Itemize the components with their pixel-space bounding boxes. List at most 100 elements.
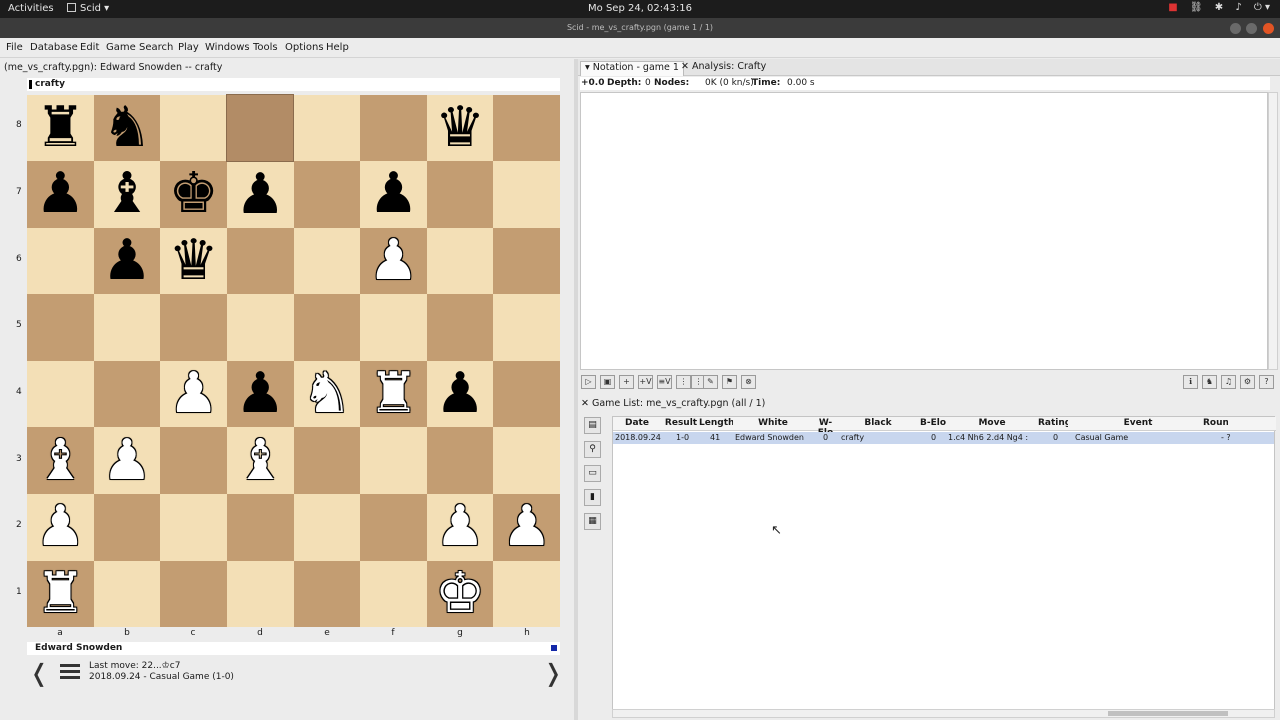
board-square[interactable] xyxy=(293,427,361,495)
maximize-button[interactable] xyxy=(1246,23,1258,34)
col-move[interactable]: Move xyxy=(948,418,1036,428)
board-square[interactable]: ♝ xyxy=(226,427,294,495)
board-square[interactable] xyxy=(360,494,427,561)
board-square[interactable] xyxy=(226,294,294,361)
board-square[interactable]: ♛ xyxy=(160,227,227,295)
board-square[interactable]: ♟ xyxy=(360,161,427,228)
menu-windows[interactable]: Windows xyxy=(205,42,250,53)
analysis-output[interactable] xyxy=(580,92,1268,370)
board-square[interactable]: ♟ xyxy=(226,161,294,228)
board-square[interactable] xyxy=(360,427,427,495)
board-icon[interactable]: ▦ xyxy=(584,513,601,530)
layout-icon[interactable]: ▭ xyxy=(584,465,601,482)
board-square[interactable]: ♚ xyxy=(426,560,494,628)
tab-analysis[interactable]: ✕ Analysis: Crafty xyxy=(678,61,769,72)
board-square[interactable] xyxy=(493,294,560,361)
board-square[interactable] xyxy=(426,227,494,295)
pane-splitter[interactable] xyxy=(574,59,578,720)
white-pawn-icon[interactable]: ♟ xyxy=(35,494,85,559)
board-square[interactable] xyxy=(226,494,294,561)
annotate-icon[interactable]: ✎ xyxy=(703,375,718,389)
table-row[interactable]: 2018.09.24 1-0 41 Edward Snowden 0 craft… xyxy=(613,432,1274,444)
record-icon[interactable]: ■ xyxy=(1168,2,1177,13)
board-square[interactable] xyxy=(293,560,361,628)
multipv-decrease-icon[interactable]: ⋮ xyxy=(676,375,691,389)
board-square[interactable] xyxy=(160,94,227,162)
board-square[interactable]: ♜ xyxy=(27,94,94,162)
menu-options[interactable]: Options xyxy=(285,42,324,53)
col-round[interactable]: Round xyxy=(1203,418,1228,428)
board-square[interactable] xyxy=(493,94,560,162)
play-icon[interactable]: ▷ xyxy=(581,375,596,389)
menu-play[interactable]: Play xyxy=(178,42,199,53)
col-belo[interactable]: B-Elo xyxy=(918,418,948,428)
board-square[interactable]: ♚ xyxy=(160,161,227,228)
white-knight-icon[interactable]: ♞ xyxy=(302,361,352,426)
black-pawn-icon[interactable]: ♟ xyxy=(102,228,152,293)
board-square[interactable] xyxy=(27,294,94,361)
bell-icon[interactable]: ♫ xyxy=(1221,375,1236,389)
hamburger-menu-icon[interactable] xyxy=(60,664,80,682)
board-square[interactable] xyxy=(293,161,361,228)
board-square[interactable] xyxy=(426,161,494,228)
board-square[interactable] xyxy=(226,560,294,628)
previous-move-button[interactable]: ❬ xyxy=(29,659,49,687)
white-pawn-icon[interactable]: ♟ xyxy=(368,228,418,293)
add-move-icon[interactable]: + xyxy=(619,375,634,389)
board-square[interactable]: ♞ xyxy=(293,360,361,428)
add-all-variations-icon[interactable]: ≡V xyxy=(657,375,672,389)
board-square[interactable]: ♜ xyxy=(360,360,427,428)
col-length[interactable]: Length xyxy=(699,418,733,428)
board-square[interactable]: ♟ xyxy=(426,494,494,561)
board-square[interactable] xyxy=(27,360,94,428)
board-square[interactable] xyxy=(360,94,427,162)
chess-board[interactable]: ♜ ♞ ♛ ♟ ♝ ♚ ♟ ♟ ♟ ♛ ♟ ♟ ♟ ♞ ♜ ♟ ♝ ♟ ♝ ♟ ♟ ♟ ♜ ♚ xyxy=(27,94,560,628)
board-square[interactable] xyxy=(27,227,94,295)
board-square[interactable] xyxy=(493,161,560,228)
board-square[interactable] xyxy=(226,227,294,295)
close-window-button[interactable] xyxy=(1263,23,1274,34)
board-square[interactable]: ♝ xyxy=(93,161,161,228)
board-square[interactable] xyxy=(426,294,494,361)
board-square[interactable]: ♟ xyxy=(226,360,294,428)
col-black[interactable]: Black xyxy=(838,418,918,428)
stop-engine-icon[interactable]: ⊗ xyxy=(741,375,756,389)
network-icon[interactable]: ⛓ xyxy=(1190,2,1203,13)
board-square[interactable]: ♟ xyxy=(93,227,161,295)
board-square[interactable] xyxy=(493,427,560,495)
next-move-button[interactable]: ❭ xyxy=(543,659,563,687)
engine-info-icon[interactable]: ℹ xyxy=(1183,375,1198,389)
black-pawn-icon[interactable]: ♟ xyxy=(368,161,418,226)
col-white[interactable]: White xyxy=(733,418,813,428)
board-square[interactable]: ♟ xyxy=(160,360,227,428)
menu-search[interactable]: Search xyxy=(139,42,173,53)
menu-file[interactable]: File xyxy=(6,42,23,53)
finish-game-icon[interactable]: ⚑ xyxy=(722,375,737,389)
bluetooth-icon[interactable]: ✱ xyxy=(1215,2,1223,13)
board-square[interactable]: ♟ xyxy=(93,427,161,495)
white-bishop-icon[interactable]: ♝ xyxy=(235,428,285,493)
board-square[interactable] xyxy=(93,294,161,361)
stats-icon[interactable]: ▮ xyxy=(584,489,601,506)
menu-help[interactable]: Help xyxy=(326,42,349,53)
col-rating[interactable]: Rating xyxy=(1038,418,1068,428)
lock-icon[interactable]: ▣ xyxy=(600,375,615,389)
engine-settings-icon[interactable]: ⚙ xyxy=(1240,375,1255,389)
board-square[interactable] xyxy=(160,427,227,495)
black-rook-icon[interactable]: ♜ xyxy=(35,95,85,160)
col-date[interactable]: Date xyxy=(613,418,661,428)
board-square[interactable] xyxy=(226,94,294,162)
minimize-button[interactable] xyxy=(1229,23,1241,34)
white-pawn-icon[interactable]: ♟ xyxy=(102,428,152,493)
board-square[interactable] xyxy=(293,494,361,561)
board-square[interactable] xyxy=(93,560,161,628)
game-list-title[interactable]: ✕ Game List: me_vs_crafty.pgn (all / 1) xyxy=(581,398,765,409)
board-square[interactable]: ♟ xyxy=(493,494,560,561)
black-pawn-icon[interactable]: ♟ xyxy=(435,361,485,426)
volume-icon[interactable]: ♪ xyxy=(1235,2,1241,13)
board-square[interactable] xyxy=(93,360,161,428)
board-square[interactable] xyxy=(360,560,427,628)
col-result[interactable]: Result xyxy=(661,418,701,428)
power-icon[interactable]: ⏻ ▾ xyxy=(1254,2,1270,13)
board-square[interactable]: ♟ xyxy=(27,494,94,561)
